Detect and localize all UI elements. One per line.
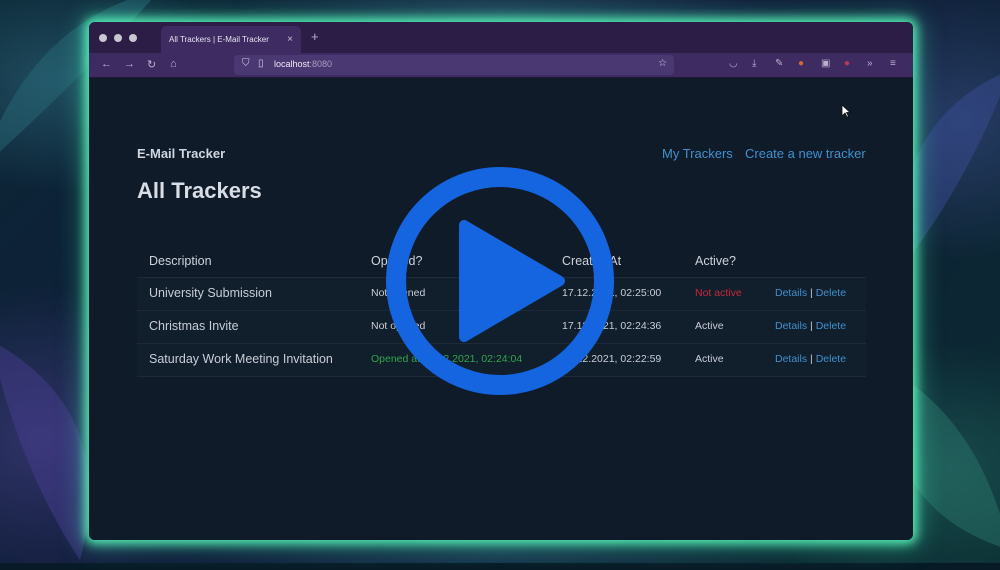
menu-icon[interactable]: ≡ [890, 58, 896, 69]
row-active: Active [695, 353, 724, 365]
action-separator: | [810, 353, 813, 365]
star-icon[interactable]: ☆ [658, 58, 667, 69]
reload-icon[interactable]: ↻ [147, 58, 156, 71]
brand-title[interactable]: E-Mail Tracker [137, 146, 225, 161]
details-link[interactable]: Details [775, 353, 807, 365]
browser-tab-active[interactable]: All Trackers | E-Mail Tracker × [161, 26, 301, 53]
delete-link[interactable]: Delete [816, 320, 846, 332]
close-window-button[interactable] [99, 33, 107, 42]
forward-icon[interactable]: → [124, 58, 135, 70]
row-description: Christmas Invite [149, 319, 239, 333]
tab-bar: All Trackers | E-Mail Tracker × + [89, 22, 913, 53]
navigation-bar: ← → ↻ ⌂ ⛉ ▯ localhost:8080 ☆ ◡ ⤓ ✎ ● ▣ ●… [89, 53, 913, 78]
row-actions: Details | Delete [775, 320, 846, 332]
play-icon[interactable] [384, 165, 616, 397]
row-description: Saturday Work Meeting Invitation [149, 352, 333, 366]
window-controls [99, 33, 137, 42]
url-text: localhost:8080 [274, 59, 332, 69]
overflow-icon[interactable]: » [867, 58, 873, 69]
column-header-active: Active? [695, 254, 736, 268]
column-header-description: Description [149, 254, 212, 268]
new-tab-button[interactable]: + [311, 29, 319, 44]
wrench-icon[interactable]: ✎ [775, 58, 783, 69]
maximize-window-button[interactable] [129, 33, 137, 42]
row-active: Not active [695, 287, 742, 299]
extension-icon[interactable]: ▣ [821, 58, 830, 69]
tab-title: All Trackers | E-Mail Tracker [169, 35, 269, 44]
action-separator: | [810, 287, 813, 299]
details-link[interactable]: Details [775, 320, 807, 332]
delete-link[interactable]: Delete [816, 287, 846, 299]
action-separator: | [810, 320, 813, 332]
minimize-window-button[interactable] [114, 33, 122, 42]
url-port: :8080 [309, 59, 333, 69]
extension-icon[interactable]: ● [798, 58, 804, 69]
url-host: localhost [274, 59, 310, 69]
delete-link[interactable]: Delete [816, 353, 846, 365]
extension-icon[interactable]: ● [844, 58, 850, 69]
tab-close-icon[interactable]: × [287, 34, 293, 45]
cursor-icon [841, 104, 851, 118]
shield-icon[interactable]: ⛉ [242, 58, 250, 69]
my-trackers-link[interactable]: My Trackers [662, 146, 733, 161]
details-link[interactable]: Details [775, 287, 807, 299]
page-icon[interactable]: ▯ [258, 58, 264, 69]
pocket-icon[interactable]: ◡ [729, 58, 738, 69]
row-actions: Details | Delete [775, 287, 846, 299]
page-title: All Trackers [137, 178, 262, 203]
download-icon[interactable]: ⤓ [752, 58, 756, 69]
back-icon[interactable]: ← [101, 58, 112, 70]
row-active: Active [695, 320, 724, 332]
create-tracker-link[interactable]: Create a new tracker [745, 146, 866, 161]
home-icon[interactable]: ⌂ [170, 58, 177, 70]
row-description: University Submission [149, 286, 272, 300]
address-bar[interactable]: ⛉ ▯ localhost:8080 ☆ [234, 55, 674, 75]
row-actions: Details | Delete [775, 353, 846, 365]
